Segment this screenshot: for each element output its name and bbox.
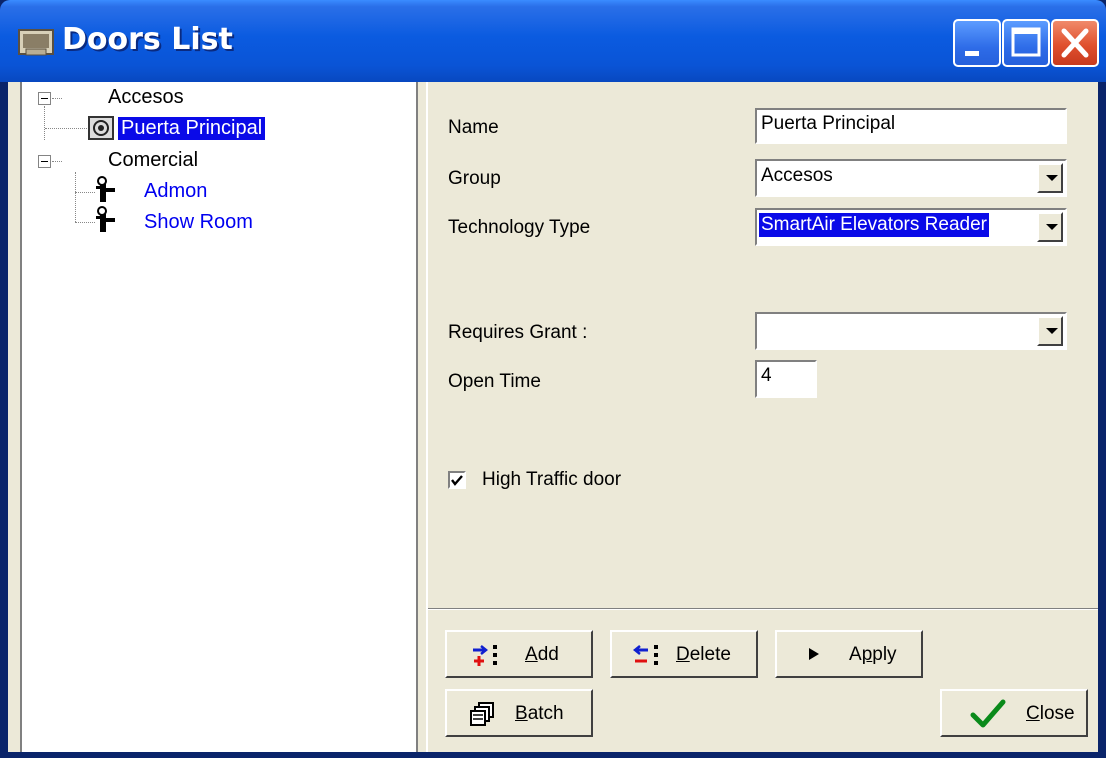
close-icon [1061, 28, 1089, 58]
open-time-label: Open Time [448, 371, 541, 392]
tree-item-puerta-principal[interactable]: Puerta Principal [118, 117, 266, 140]
technology-type-select[interactable]: SmartAir Elevators Reader [755, 208, 1067, 246]
door-lock-icon [96, 176, 115, 202]
group-label: Group [448, 168, 501, 189]
collapse-accesos-icon[interactable] [38, 92, 51, 105]
chevron-down-icon[interactable] [1037, 316, 1063, 346]
minimize-icon [965, 51, 979, 56]
group-select[interactable]: Accesos [755, 159, 1067, 197]
app-window-icon [18, 29, 54, 56]
tree-connector [75, 192, 95, 193]
smartair-reader-icon [88, 116, 114, 140]
tree-connector [75, 172, 76, 222]
door-details-form: Name Puerta Principal Group Accesos Tech… [428, 86, 1098, 606]
apply-button-label: Apply [849, 644, 897, 665]
tree-connector [44, 106, 45, 140]
client-area: Accesos Puerta Principal Comercial Admon [8, 82, 1098, 752]
batch-button[interactable]: Batch [445, 689, 593, 737]
apply-button[interactable]: Apply [775, 630, 923, 678]
doors-list-window: Doors List Accesos Puerta Principal Come… [0, 0, 1106, 758]
high-traffic-label[interactable]: High Traffic door [482, 469, 621, 491]
window-title: Doors List [62, 22, 233, 57]
play-arrow-icon [809, 648, 819, 660]
close-button-label: Close [1026, 703, 1075, 724]
add-button-label: Add [525, 644, 559, 665]
close-button[interactable]: Close [940, 689, 1088, 737]
technology-type-label: Technology Type [448, 217, 591, 238]
tree-item-admon[interactable]: Admon [144, 180, 207, 203]
tree-connector [45, 128, 87, 129]
title-bar[interactable]: Doors List [0, 0, 1106, 82]
close-window-button[interactable] [1051, 19, 1099, 67]
open-time-field[interactable]: 4 [755, 360, 817, 398]
tree-connector [52, 98, 62, 99]
add-button[interactable]: Add [445, 630, 593, 678]
tree-item-show-room[interactable]: Show Room [144, 211, 253, 234]
tree-connector [52, 161, 62, 162]
requires-grant-label: Requires Grant : [448, 322, 588, 343]
group-select-value: Accesos [761, 165, 833, 186]
minimize-button[interactable] [953, 19, 1001, 67]
button-bar-separator-highlight [428, 609, 1098, 610]
name-field[interactable]: Puerta Principal [755, 108, 1067, 144]
checkmark-icon [451, 475, 463, 486]
door-lock-icon [96, 206, 115, 232]
high-traffic-checkbox[interactable] [448, 471, 466, 489]
chevron-down-icon[interactable] [1037, 212, 1063, 242]
batch-icon [470, 702, 494, 726]
delete-button[interactable]: Delete [610, 630, 758, 678]
add-icon [473, 645, 497, 666]
name-label: Name [448, 117, 499, 138]
maximize-icon [1011, 27, 1041, 57]
delete-button-label: Delete [676, 644, 731, 665]
tree-group-accesos[interactable]: Accesos [108, 86, 184, 109]
doors-tree[interactable]: Accesos Puerta Principal Comercial Admon [20, 82, 418, 752]
technology-type-value: SmartAir Elevators Reader [759, 213, 989, 237]
checkmark-icon [970, 699, 1006, 728]
delete-icon [632, 645, 658, 665]
requires-grant-select[interactable] [755, 312, 1067, 350]
tree-connector [75, 222, 95, 223]
batch-button-label: Batch [515, 703, 564, 724]
maximize-button[interactable] [1002, 19, 1050, 67]
tree-group-comercial[interactable]: Comercial [108, 149, 198, 172]
chevron-down-icon[interactable] [1037, 163, 1063, 193]
collapse-comercial-icon[interactable] [38, 155, 51, 168]
